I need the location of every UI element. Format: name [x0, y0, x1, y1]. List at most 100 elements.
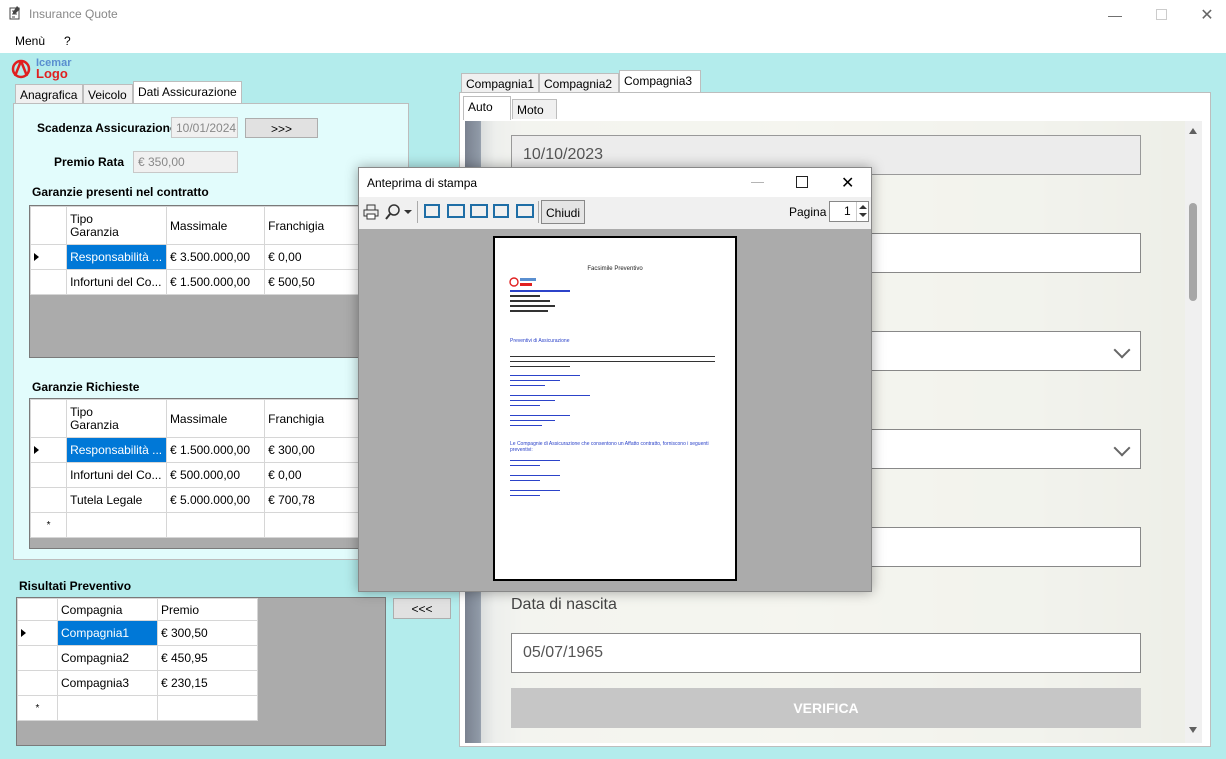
tab-compagnia1[interactable]: Compagnia1	[461, 73, 539, 93]
table-cell[interactable]: € 500,50	[264, 269, 360, 295]
column-header-franchigia[interactable]: Franchigia	[264, 206, 360, 245]
table-cell[interactable]: € 0,00	[264, 244, 360, 270]
close-button[interactable]: ✕	[1184, 0, 1226, 29]
row-header[interactable]	[30, 244, 68, 270]
vertical-scrollbar[interactable]	[1185, 121, 1202, 743]
minimize-icon: —	[1108, 6, 1122, 23]
preview-page[interactable]: Facsimile Preventivo Preventivi di Assic…	[493, 236, 737, 581]
scroll-down-icon[interactable]	[1189, 727, 1197, 733]
results-table: Compagnia Premio Compagnia1 € 300,50 Com…	[17, 598, 258, 721]
premium-label: Premio Rata	[54, 155, 125, 169]
tab-compagnia3[interactable]: Compagnia3	[619, 70, 701, 93]
new-row-cell[interactable]	[57, 695, 158, 721]
table-cell[interactable]: Responsabilità ...	[66, 244, 167, 270]
two-pages-icon[interactable]	[447, 204, 465, 218]
table-cell[interactable]: € 1.500.000,00	[165, 269, 266, 295]
tab-compagnia2[interactable]: Compagnia2	[539, 73, 619, 93]
row-header[interactable]	[30, 462, 68, 488]
dialog-maximize-button[interactable]	[796, 176, 808, 188]
row-header[interactable]	[30, 269, 68, 295]
print-icon[interactable]	[363, 204, 379, 220]
menu-item-menu[interactable]: Menù	[15, 34, 45, 48]
row-header[interactable]	[17, 670, 58, 696]
table-cell[interactable]: € 1.500.000,00	[165, 437, 266, 463]
scrollbar-thumb[interactable]	[1189, 203, 1197, 301]
tab-moto[interactable]: Moto	[512, 99, 557, 119]
next-button[interactable]: >>>	[245, 118, 318, 138]
tab-anagrafica[interactable]: Anagrafica	[15, 84, 83, 104]
table-cell[interactable]: Responsabilità ...	[66, 437, 167, 463]
column-header-premio[interactable]: Premio	[157, 598, 258, 621]
table-cell[interactable]: Tutela Legale	[66, 487, 167, 513]
page-spinner[interactable]: 1	[829, 201, 869, 222]
tab-auto[interactable]: Auto	[463, 96, 511, 120]
column-header-massimale[interactable]: Massimale	[165, 399, 266, 438]
table-cell[interactable]: € 300,50	[157, 620, 258, 646]
column-header-tipo[interactable]: Tipo Garanzia	[66, 399, 167, 438]
four-pages-icon[interactable]	[493, 204, 509, 218]
row-header[interactable]	[30, 487, 68, 513]
company-logo: Icemar Logo	[11, 57, 81, 81]
expiry-label: Scadenza Assicurazione	[37, 121, 177, 135]
birth-label: Data di nascita	[511, 596, 617, 613]
one-page-icon[interactable]	[424, 204, 440, 218]
dialog-close-button[interactable]: ✕	[841, 173, 854, 193]
tab-veicolo[interactable]: Veicolo	[83, 84, 133, 104]
spinner-arrows-icon[interactable]	[856, 202, 869, 221]
menu-item-help[interactable]: ?	[64, 34, 71, 48]
birth-field[interactable]: 05/07/1965	[511, 633, 1141, 673]
window-title: Insurance Quote	[29, 7, 118, 21]
table-cell[interactable]: € 3.500.000,00	[165, 244, 266, 270]
six-pages-icon[interactable]	[516, 204, 534, 218]
dialog-minimize-button[interactable]: —	[751, 174, 764, 189]
three-pages-icon[interactable]	[470, 204, 488, 218]
title-bar: Insurance Quote — ✕	[0, 0, 1226, 29]
new-row-header[interactable]: *	[30, 512, 68, 538]
new-row-cell[interactable]	[157, 695, 258, 721]
maximize-button[interactable]	[1138, 0, 1184, 29]
column-header-franchigia[interactable]: Franchigia	[264, 399, 360, 438]
table-cell[interactable]: Infortuni del Co...	[66, 269, 167, 295]
minimize-button[interactable]: —	[1092, 0, 1138, 29]
zoom-icon[interactable]	[385, 203, 413, 221]
premium-field[interactable]: € 350,00	[133, 151, 238, 173]
doc-footer-text: Le Compagnie di Assicurazione che consen…	[510, 441, 709, 453]
app-icon	[9, 6, 20, 20]
doc-section-title: Preventivi di Assicurazione	[510, 338, 570, 344]
logo-icon	[11, 59, 31, 79]
row-header[interactable]	[17, 620, 58, 646]
table-cell[interactable]: € 450,95	[157, 645, 258, 671]
close-preview-button[interactable]: Chiudi	[541, 200, 585, 224]
table-cell[interactable]: € 230,15	[157, 670, 258, 696]
table-cell[interactable]: Compagnia3	[57, 670, 158, 696]
column-header-compagnia[interactable]: Compagnia	[57, 598, 158, 621]
table-cell[interactable]: € 0,00	[264, 462, 360, 488]
guarantees-present-table: Tipo Garanzia Massimale Franchigia Respo…	[30, 206, 360, 295]
table-cell[interactable]: € 300,00	[264, 437, 360, 463]
results-grid: Compagnia Premio Compagnia1 € 300,50 Com…	[16, 597, 386, 746]
table-cell[interactable]: € 500.000,00	[165, 462, 266, 488]
column-header-massimale[interactable]: Massimale	[165, 206, 266, 245]
guarantees-requested-title: Garanzie Richieste	[32, 380, 140, 394]
back-button[interactable]: <<<	[393, 598, 451, 619]
new-row-cell[interactable]	[165, 512, 266, 538]
row-header[interactable]	[17, 645, 58, 671]
row-header[interactable]	[30, 437, 68, 463]
table-cell[interactable]: Compagnia2	[57, 645, 158, 671]
expiry-field[interactable]: 10/01/2024	[171, 117, 238, 138]
new-row-cell[interactable]	[264, 512, 360, 538]
dialog-title: Anteprima di stampa	[367, 176, 478, 190]
verify-button[interactable]: VERIFICA	[511, 688, 1141, 728]
table-cell[interactable]: Compagnia1	[57, 620, 158, 646]
table-cell[interactable]: Infortuni del Co...	[66, 462, 167, 488]
table-cell[interactable]: € 5.000.000,00	[165, 487, 266, 513]
table-cell[interactable]: € 700,78	[264, 487, 360, 513]
tab-dati-assicurazione[interactable]: Dati Assicurazione	[133, 81, 242, 104]
scroll-up-icon[interactable]	[1189, 128, 1197, 134]
logo-text-bottom: Logo	[36, 66, 68, 81]
column-header-tipo[interactable]: Tipo Garanzia	[66, 206, 167, 245]
new-row-header[interactable]: *	[17, 695, 58, 721]
close-icon: ✕	[1200, 6, 1214, 24]
new-row-cell[interactable]	[66, 512, 167, 538]
print-preview-dialog: Anteprima di stampa — ✕ Chiudi Pagina 1 …	[358, 167, 872, 592]
